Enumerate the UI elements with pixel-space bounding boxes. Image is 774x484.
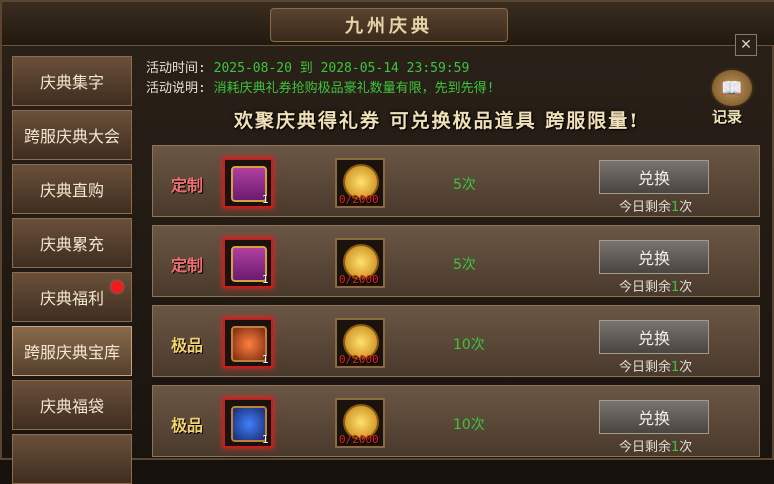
prize-slot[interactable]: 1 <box>223 318 273 368</box>
sidebar-item-label: 庆典累充 <box>39 235 104 254</box>
book-icon: 📖 <box>710 68 754 108</box>
sidebar-item-more[interactable] <box>12 434 132 484</box>
category-label: 极品 <box>171 416 204 435</box>
remaining-today: 今日剩余1次 <box>619 360 693 375</box>
sidebar-item-label: 跨服庆典宝库 <box>23 343 120 362</box>
exchange-row: 定制 1 0/2000 5次 兑换 今日剩余1次 <box>152 225 760 297</box>
exchange-row: 极品 1 0/2000 10次 兑换 今日剩余1次 <box>152 305 760 377</box>
sidebar-item-welfare[interactable]: 庆典福利 <box>12 272 132 322</box>
remaining-today: 今日剩余1次 <box>619 200 693 215</box>
category-label: 定制 <box>171 256 204 275</box>
window-title: 九州庆典 <box>270 8 508 42</box>
exchange-row: 极品 1 0/2000 10次 兑换 今日剩余1次 <box>152 385 760 457</box>
remaining-today: 今日剩余1次 <box>619 440 693 455</box>
sidebar-item-label: 庆典集字 <box>39 73 104 92</box>
desc-value: 消耗庆典礼券抢购极品豪礼数量有限，先到先得! <box>213 81 495 96</box>
cost-slot[interactable]: 0/2000 <box>335 318 385 368</box>
sidebar-item-lucky-bag[interactable]: 庆典福袋 <box>12 380 132 430</box>
slogan: 欢聚庆典得礼券 可兑换极品道具 跨服限量! <box>234 110 640 132</box>
exchange-button[interactable]: 兑换 <box>599 400 709 434</box>
exchange-button[interactable]: 兑换 <box>599 240 709 274</box>
cost-amount: 0/2000 <box>339 273 379 286</box>
exchange-button[interactable]: 兑换 <box>599 160 709 194</box>
window-frame: 九州庆典 ✕ 庆典集字 跨服庆典大会 庆典直购 庆典累充 庆典福利 跨服庆典宝库… <box>0 0 774 484</box>
sidebar-item-direct-buy[interactable]: 庆典直购 <box>12 164 132 214</box>
cost-slot[interactable]: 0/2000 <box>335 158 385 208</box>
exchange-limit: 10次 <box>453 417 485 433</box>
cost-amount: 0/2000 <box>339 433 379 446</box>
exchange-row: 定制 1 0/2000 5次 兑换 今日剩余1次 <box>152 145 760 217</box>
sidebar-item-treasury[interactable]: 跨服庆典宝库 <box>12 326 132 376</box>
cost-amount: 0/2000 <box>339 193 379 206</box>
sidebar-item-recharge[interactable]: 庆典累充 <box>12 218 132 268</box>
prize-slot[interactable]: 1 <box>223 398 273 448</box>
exchange-limit: 5次 <box>453 257 476 273</box>
title-bar: 九州庆典 <box>2 2 774 46</box>
prize-qty: 1 <box>262 433 269 446</box>
category-label: 极品 <box>171 336 204 355</box>
cost-slot[interactable]: 0/2000 <box>335 398 385 448</box>
time-value: 2025-08-20 到 2028-05-14 23:59:59 <box>213 61 470 76</box>
desc-label: 活动说明: <box>146 81 206 96</box>
remaining-today: 今日剩余1次 <box>619 280 693 295</box>
prize-qty: 1 <box>262 353 269 366</box>
sidebar-item-label: 庆典福利 <box>39 289 104 308</box>
prize-slot[interactable]: 1 <box>223 158 273 208</box>
prize-qty: 1 <box>262 273 269 286</box>
sidebar-item-label: 庆典直购 <box>39 181 104 200</box>
prize-qty: 1 <box>262 193 269 206</box>
event-info: 活动时间: 2025-08-20 到 2028-05-14 23:59:59 活… <box>146 57 494 97</box>
sidebar-item-collect[interactable]: 庆典集字 <box>12 56 132 106</box>
sidebar-item-label: 庆典福袋 <box>39 397 104 416</box>
exchange-button[interactable]: 兑换 <box>599 320 709 354</box>
record-button[interactable]: 📖 记录 <box>704 68 758 128</box>
sidebar-item-label: 跨服庆典大会 <box>23 127 120 146</box>
prize-slot[interactable]: 1 <box>223 238 273 288</box>
sidebar-item-crossserver-event[interactable]: 跨服庆典大会 <box>12 110 132 160</box>
cost-amount: 0/2000 <box>339 353 379 366</box>
sidebar: 庆典集字 跨服庆典大会 庆典直购 庆典累充 庆典福利 跨服庆典宝库 庆典福袋 <box>8 54 134 484</box>
record-label: 记录 <box>712 108 743 126</box>
category-label: 定制 <box>171 176 204 195</box>
cost-slot[interactable]: 0/2000 <box>335 238 385 288</box>
notification-dot <box>111 281 123 293</box>
time-label: 活动时间: <box>146 61 206 76</box>
close-icon[interactable]: ✕ <box>735 34 757 56</box>
exchange-limit: 5次 <box>453 177 476 193</box>
exchange-limit: 10次 <box>453 337 485 353</box>
